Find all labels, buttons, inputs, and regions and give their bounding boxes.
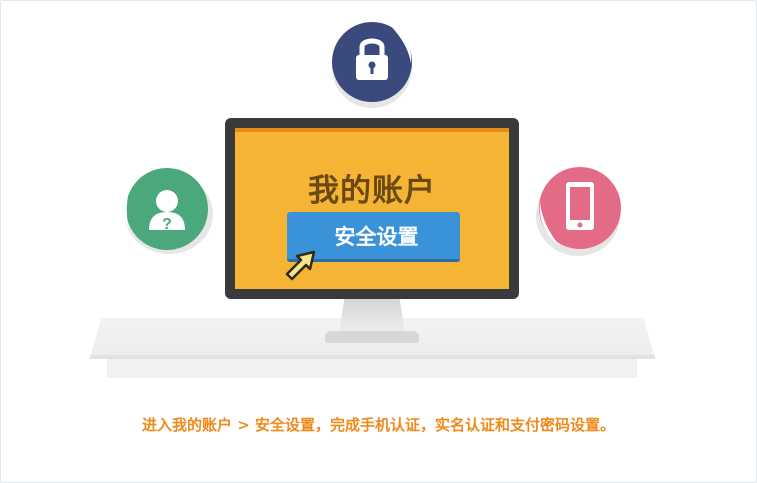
cursor-arrow-icon <box>285 250 316 281</box>
phone-circle <box>536 167 621 256</box>
monitor: 我的账户 安全设置 <box>225 118 519 299</box>
monitor-neck <box>339 299 405 333</box>
screen-title: 我的账户 <box>308 173 436 209</box>
monitor-base <box>325 331 419 343</box>
instruction-caption: 进入我的账户 > 安全设置，完成手机认证，实名认证和支付密码设置。 <box>141 416 616 434</box>
monitor-screen: 我的账户 安全设置 <box>235 128 509 289</box>
security-settings-label: 安全设置 <box>334 224 419 249</box>
lock-circle <box>332 22 412 108</box>
phone-icon <box>566 182 594 230</box>
desk-front <box>107 359 637 378</box>
svg-text:?: ? <box>162 216 172 233</box>
user-help-circle: ? <box>123 168 213 254</box>
